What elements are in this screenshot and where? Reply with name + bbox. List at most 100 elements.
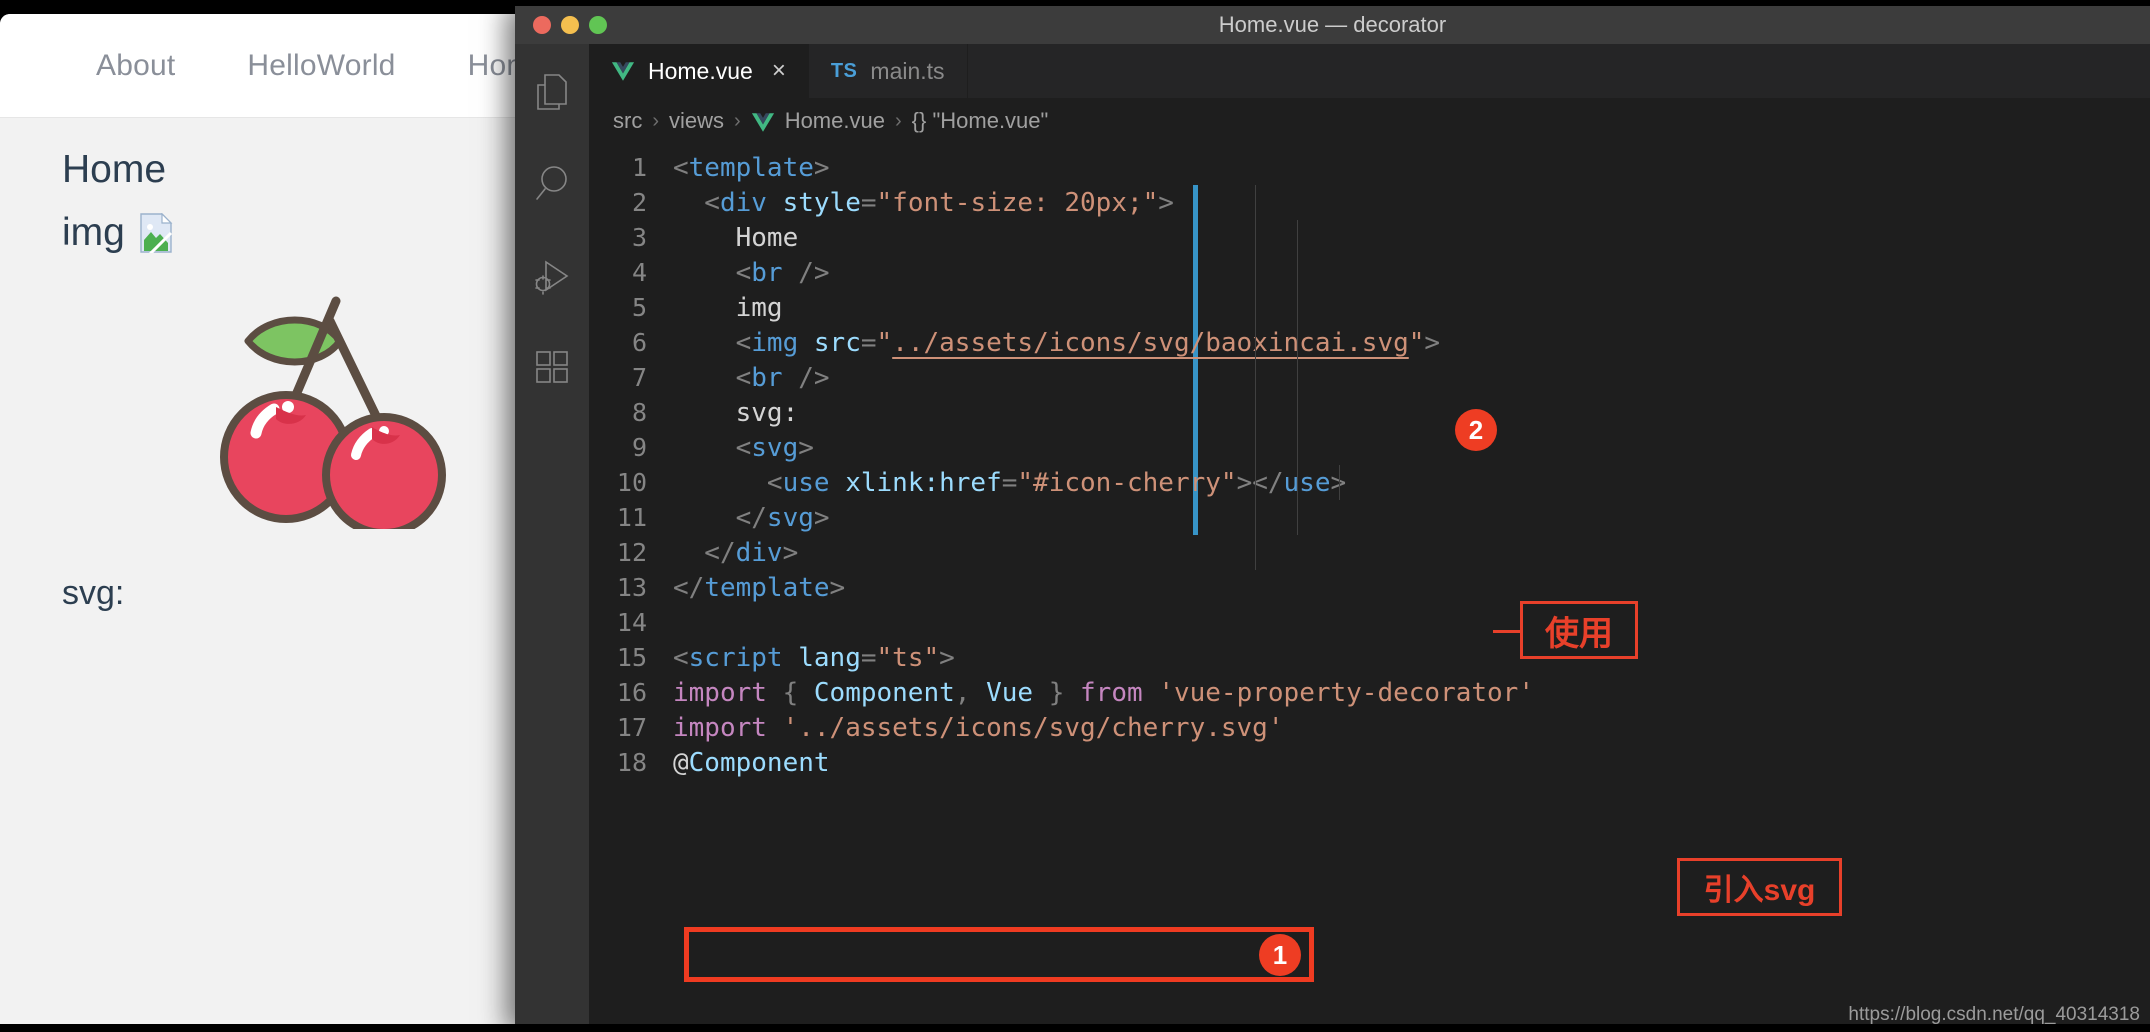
code-line[interactable]: 4 <br /> [589, 255, 2150, 290]
workbench: Home.vue × TS main.ts src › views › Home… [515, 44, 2150, 1032]
watermark: https://blog.csdn.net/qq_40314318 [1848, 1004, 2140, 1025]
code-text: Home [673, 222, 799, 253]
line-number: 16 [616, 678, 647, 707]
line-number: 4 [631, 258, 647, 287]
code-text: @Component [673, 747, 830, 778]
code-line[interactable]: 16 import { Component, Vue } from 'vue-pr… [589, 675, 2150, 710]
code-text: <div style="font-size: 20px;"> [673, 187, 1174, 218]
code-line[interactable]: 13 </template> [589, 570, 2150, 605]
code-text: </div> [673, 537, 799, 568]
run-debug-icon[interactable] [526, 250, 578, 302]
breadcrumb-item-symbol[interactable]: {} "Home.vue" [912, 108, 1049, 134]
nav-link-helloworld[interactable]: HelloWorld [247, 49, 395, 83]
code-line[interactable]: 15 <script lang="ts"> [589, 640, 2150, 675]
line-number: 9 [631, 433, 647, 462]
line-number: 1 [631, 153, 647, 182]
indent-guide [1339, 465, 1340, 500]
breadcrumb: src › views › Home.vue › {} "Home.vue" [589, 98, 2150, 144]
line-number: 2 [631, 188, 647, 217]
editor-area: Home.vue × TS main.ts src › views › Home… [589, 44, 2150, 1032]
line-number: 17 [616, 713, 647, 742]
line-number: 7 [631, 363, 647, 392]
img-label: img [62, 210, 125, 254]
line-number: 11 [616, 503, 647, 532]
breadcrumb-separator: › [894, 109, 902, 132]
activity-bar [515, 44, 589, 1032]
breadcrumb-separator: › [652, 109, 659, 132]
nav-link-about[interactable]: About [96, 49, 175, 83]
code-text: <script lang="ts"> [673, 642, 955, 673]
code-line[interactable]: 6 <img src="../assets/icons/svg/baoxinca… [589, 325, 2150, 360]
tab-main-ts[interactable]: TS main.ts [809, 44, 968, 98]
code-line[interactable]: 10 <use xlink:href="#icon-cherry"></use> [589, 465, 2150, 500]
code-lines: 1 <template> 2 <div style="font-size: 20px… [589, 150, 2150, 780]
code-text: </svg> [673, 502, 830, 533]
line-number: 3 [631, 223, 647, 252]
code-line[interactable]: 14 [589, 605, 2150, 640]
extensions-icon[interactable] [526, 342, 578, 394]
vue-file-icon [751, 112, 775, 132]
code-line[interactable]: 18 @Component [589, 745, 2150, 780]
annotation-usage-label: 使用 [1545, 614, 1613, 653]
code-text: <svg> [673, 432, 814, 463]
code-line[interactable]: 5 img [589, 290, 2150, 325]
breadcrumb-item-views[interactable]: views [669, 108, 724, 134]
breadcrumb-separator: › [734, 109, 741, 132]
annotation-import-highlight [684, 927, 1314, 982]
minimize-button[interactable] [561, 16, 579, 34]
line-number: 8 [631, 398, 647, 427]
code-text: svg: [673, 397, 799, 428]
line-number: 18 [616, 748, 647, 777]
indent-guide [1297, 220, 1298, 535]
line-number: 10 [616, 468, 647, 497]
line-number: 5 [631, 293, 647, 322]
vue-file-icon [611, 61, 635, 82]
code-line[interactable]: 7 <br /> [589, 360, 2150, 395]
code-line[interactable]: 12 </div> [589, 535, 2150, 570]
code-text: <template> [673, 152, 830, 183]
code-line[interactable]: 3 Home [589, 220, 2150, 255]
code-text: <br /> [673, 257, 830, 288]
close-button[interactable] [533, 16, 551, 34]
annotation-usage-connector [1493, 630, 1523, 633]
tab-home-vue[interactable]: Home.vue × [589, 44, 809, 98]
ts-file-icon: TS [830, 59, 858, 82]
annotation-import-svg-badge: 1 [1259, 934, 1301, 976]
line-number: 14 [616, 608, 647, 637]
code-text: <br /> [673, 362, 830, 393]
line-number: 15 [616, 643, 647, 672]
tab-label: main.ts [870, 57, 945, 84]
code-line[interactable]: 1 <template> [589, 150, 2150, 185]
tab-close-icon[interactable]: × [772, 57, 786, 85]
code-editor[interactable]: 1 <template> 2 <div style="font-size: 20px… [589, 144, 2150, 1032]
breadcrumb-item-src[interactable]: src [613, 108, 642, 134]
line-number: 6 [631, 328, 647, 357]
tab-bar: Home.vue × TS main.ts [589, 44, 2150, 98]
vscode-window: Home.vue — decorator Home.vue × TS main.… [515, 6, 2150, 1032]
code-text: </template> [673, 572, 846, 603]
code-line[interactable]: 11 </svg> [589, 500, 2150, 535]
annotation-usage-badge: 2 [1455, 409, 1497, 451]
code-text: img [673, 292, 783, 323]
breadcrumb-item-file[interactable]: Home.vue [785, 108, 885, 134]
explorer-icon[interactable] [526, 66, 578, 118]
line-number: 13 [616, 573, 647, 602]
bottom-edge [0, 1024, 2150, 1032]
screenshot-root: About HelloWorld Home Sun Home img [0, 0, 2150, 1032]
annotation-import-svg-box: 引入svg [1677, 858, 1842, 916]
search-icon[interactable] [526, 158, 578, 210]
code-line[interactable]: 9 <svg> [589, 430, 2150, 465]
code-line[interactable]: 8 svg: [589, 395, 2150, 430]
folding-indicator [589, 780, 2150, 885]
window-controls [515, 16, 607, 34]
line-number: 12 [616, 538, 647, 567]
window-title: Home.vue — decorator [1218, 12, 1447, 37]
code-text: import '../assets/icons/svg/cherry.svg' [673, 712, 1284, 743]
code-text: <use xlink:href="#icon-cherry"></use> [673, 467, 1346, 498]
zoom-button[interactable] [589, 16, 607, 34]
indent-guide [1255, 185, 1256, 570]
annotation-usage-box: 使用 [1520, 601, 1638, 659]
code-line[interactable]: 17 import '../assets/icons/svg/cherry.svg… [589, 710, 2150, 745]
annotation-import-svg-label: 引入svg [1703, 874, 1816, 907]
code-line[interactable]: 2 <div style="font-size: 20px;"> [589, 185, 2150, 220]
